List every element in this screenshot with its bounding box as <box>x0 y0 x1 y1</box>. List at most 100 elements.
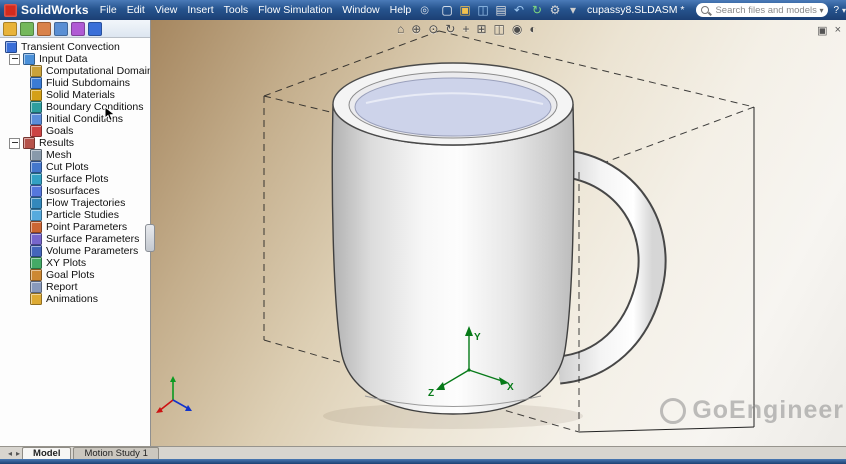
search-icon <box>701 6 710 14</box>
tree-item-label: XY Plots <box>46 257 87 269</box>
hide-show-icon[interactable]: ◉ <box>512 22 522 36</box>
status-bar <box>0 459 846 464</box>
tree-item-computational-domain[interactable]: Computational Domain <box>0 65 150 77</box>
flow-simulation-tab-icon[interactable] <box>88 21 102 36</box>
featuremanager-tab-icon[interactable] <box>3 21 17 36</box>
menu-help[interactable]: Help <box>385 2 417 18</box>
surface-plots-icon <box>30 173 42 185</box>
menu-file[interactable]: File <box>95 2 122 18</box>
displaymanager-tab-icon[interactable] <box>71 21 85 36</box>
solidworks-window: SolidWorks File Edit View Insert Tools Flow S… <box>0 0 846 464</box>
tab-scroll-left-icon[interactable]: ◂ <box>6 448 14 459</box>
tree-item-particle-studies[interactable]: Particle Studies <box>0 209 150 221</box>
restore-view-window-icon[interactable]: ▣ <box>817 24 827 37</box>
help-icon[interactable]: ? <box>833 5 839 16</box>
folder-icon <box>23 137 35 149</box>
tree-item-surface-parameters[interactable]: Surface Parameters <box>0 233 150 245</box>
tree-item-label: Volume Parameters <box>46 245 139 257</box>
pan-icon[interactable]: + <box>462 22 469 36</box>
tree-item-goals[interactable]: Goals <box>0 125 150 137</box>
tree-item-point-parameters[interactable]: Point Parameters <box>0 221 150 233</box>
goal-plots-icon <box>30 269 42 281</box>
menu-window[interactable]: Window <box>337 2 384 18</box>
pin-icon[interactable]: ◎ <box>420 5 429 16</box>
propertymanager-tab-icon[interactable] <box>20 21 34 36</box>
tree-item-initial-conditions[interactable]: Initial Conditions <box>0 113 150 125</box>
menu-bar: File Edit View Insert Tools Flow Simulation Wi… <box>95 2 416 18</box>
tree-item-xy-plots[interactable]: XY Plots <box>0 257 150 269</box>
feature-tree-panel: Transient Convection Input Data Computatio… <box>0 20 151 447</box>
zoom-in-out-icon[interactable]: ⊙ <box>428 22 438 36</box>
toolbar-dropdown-icon[interactable]: ▾ <box>565 2 581 18</box>
tab-scroll-right-icon[interactable]: ▸ <box>14 448 22 459</box>
zoom-fit-icon[interactable]: ⌂ <box>397 22 404 36</box>
particle-studies-icon <box>30 209 42 221</box>
fluid-subdomains-icon <box>30 77 42 89</box>
rebuild-icon[interactable]: ↻ <box>529 2 545 18</box>
zoom-area-icon[interactable]: ⊕ <box>411 22 421 36</box>
menu-tools[interactable]: Tools <box>219 2 254 18</box>
tree-item-animations[interactable]: Animations <box>0 293 150 305</box>
collapse-icon[interactable] <box>9 53 20 65</box>
search-input[interactable] <box>713 3 820 17</box>
search-box[interactable]: ▾ <box>696 3 829 17</box>
tab-motion-study-1[interactable]: Motion Study 1 <box>73 447 159 459</box>
dimxpertmanager-tab-icon[interactable] <box>54 21 68 36</box>
panel-splitter[interactable] <box>145 224 155 252</box>
menu-insert[interactable]: Insert <box>182 2 218 18</box>
tree-item-goal-plots[interactable]: Goal Plots <box>0 269 150 281</box>
close-view-window-icon[interactable]: × <box>835 24 841 37</box>
open-folder-icon[interactable]: ▣ <box>457 2 473 18</box>
collapse-icon[interactable] <box>9 137 20 149</box>
tree-item-volume-parameters[interactable]: Volume Parameters <box>0 245 150 257</box>
toolbar-options-chevron-icon[interactable]: ▾ <box>842 6 846 15</box>
tree-item-mesh[interactable]: Mesh <box>0 149 150 161</box>
undo-icon[interactable]: ↶ <box>511 2 527 18</box>
tree-item-label: Computational Domain <box>46 65 151 77</box>
standard-toolbar: ▢ ▣ ◫ ▤ ↶ ↻ ⚙ ▾ <box>439 2 581 18</box>
menu-flow-simulation[interactable]: Flow Simulation <box>253 2 337 18</box>
tree-group-results[interactable]: Results <box>0 137 150 149</box>
tree-item-solid-materials[interactable]: Solid Materials <box>0 89 150 101</box>
3d-scene[interactable]: Y X Z <box>151 20 846 447</box>
tree-item-label: Initial Conditions <box>46 113 124 125</box>
tree-item-label: Goal Plots <box>46 269 95 281</box>
tree-item-isosurfaces[interactable]: Isosurfaces <box>0 185 150 197</box>
tree-item-label: Particle Studies <box>46 209 119 221</box>
animations-icon <box>30 293 42 305</box>
initial-conditions-icon <box>30 113 42 125</box>
tree-group-label: Input Data <box>39 53 88 65</box>
panel-tab-strip <box>0 20 150 38</box>
new-document-icon[interactable]: ▢ <box>439 2 455 18</box>
print-icon[interactable]: ▤ <box>493 2 509 18</box>
watermark: GoEngineer <box>660 396 844 425</box>
display-style-icon[interactable]: ◫ <box>494 22 505 36</box>
mug-body[interactable] <box>331 103 575 415</box>
tree-item-cut-plots[interactable]: Cut Plots <box>0 161 150 173</box>
appearance-icon[interactable]: ◐ <box>529 22 536 36</box>
solidworks-logo-icon <box>4 3 17 17</box>
folder-icon <box>23 53 35 65</box>
save-icon[interactable]: ◫ <box>475 2 491 18</box>
titlebar: SolidWorks File Edit View Insert Tools Flow S… <box>0 0 846 20</box>
view-orientation-icon[interactable]: ⊞ <box>476 22 486 36</box>
menu-edit[interactable]: Edit <box>122 2 150 18</box>
tree-item-surface-plots[interactable]: Surface Plots <box>0 173 150 185</box>
tree-item-fluid-subdomains[interactable]: Fluid Subdomains <box>0 77 150 89</box>
tree-item-transient-convection[interactable]: Transient Convection <box>0 41 150 53</box>
tree-item-boundary-conditions[interactable]: Boundary Conditions <box>0 101 150 113</box>
tree-group-label: Results <box>39 137 75 149</box>
rotate-view-icon[interactable]: ↻ <box>445 22 455 36</box>
tab-model[interactable]: Model <box>22 447 72 459</box>
tree-item-flow-trajectories[interactable]: Flow Trajectories <box>0 197 150 209</box>
xy-plots-icon <box>30 257 42 269</box>
configurationmanager-tab-icon[interactable] <box>37 21 51 36</box>
watermark-logo-icon <box>660 397 687 424</box>
graphics-area[interactable]: Y X Z ⌂ ⊕ ⊙ ↻ + ⊞ ◫ ◉ ◐ ▣ × GoEngineer <box>151 20 846 447</box>
tree-item-label: Mesh <box>46 149 72 161</box>
search-chevron-icon[interactable]: ▾ <box>819 6 823 15</box>
options-icon[interactable]: ⚙ <box>547 2 563 18</box>
tree-item-report[interactable]: Report <box>0 281 150 293</box>
menu-view[interactable]: View <box>150 2 183 18</box>
tree-group-input-data[interactable]: Input Data <box>0 53 150 65</box>
